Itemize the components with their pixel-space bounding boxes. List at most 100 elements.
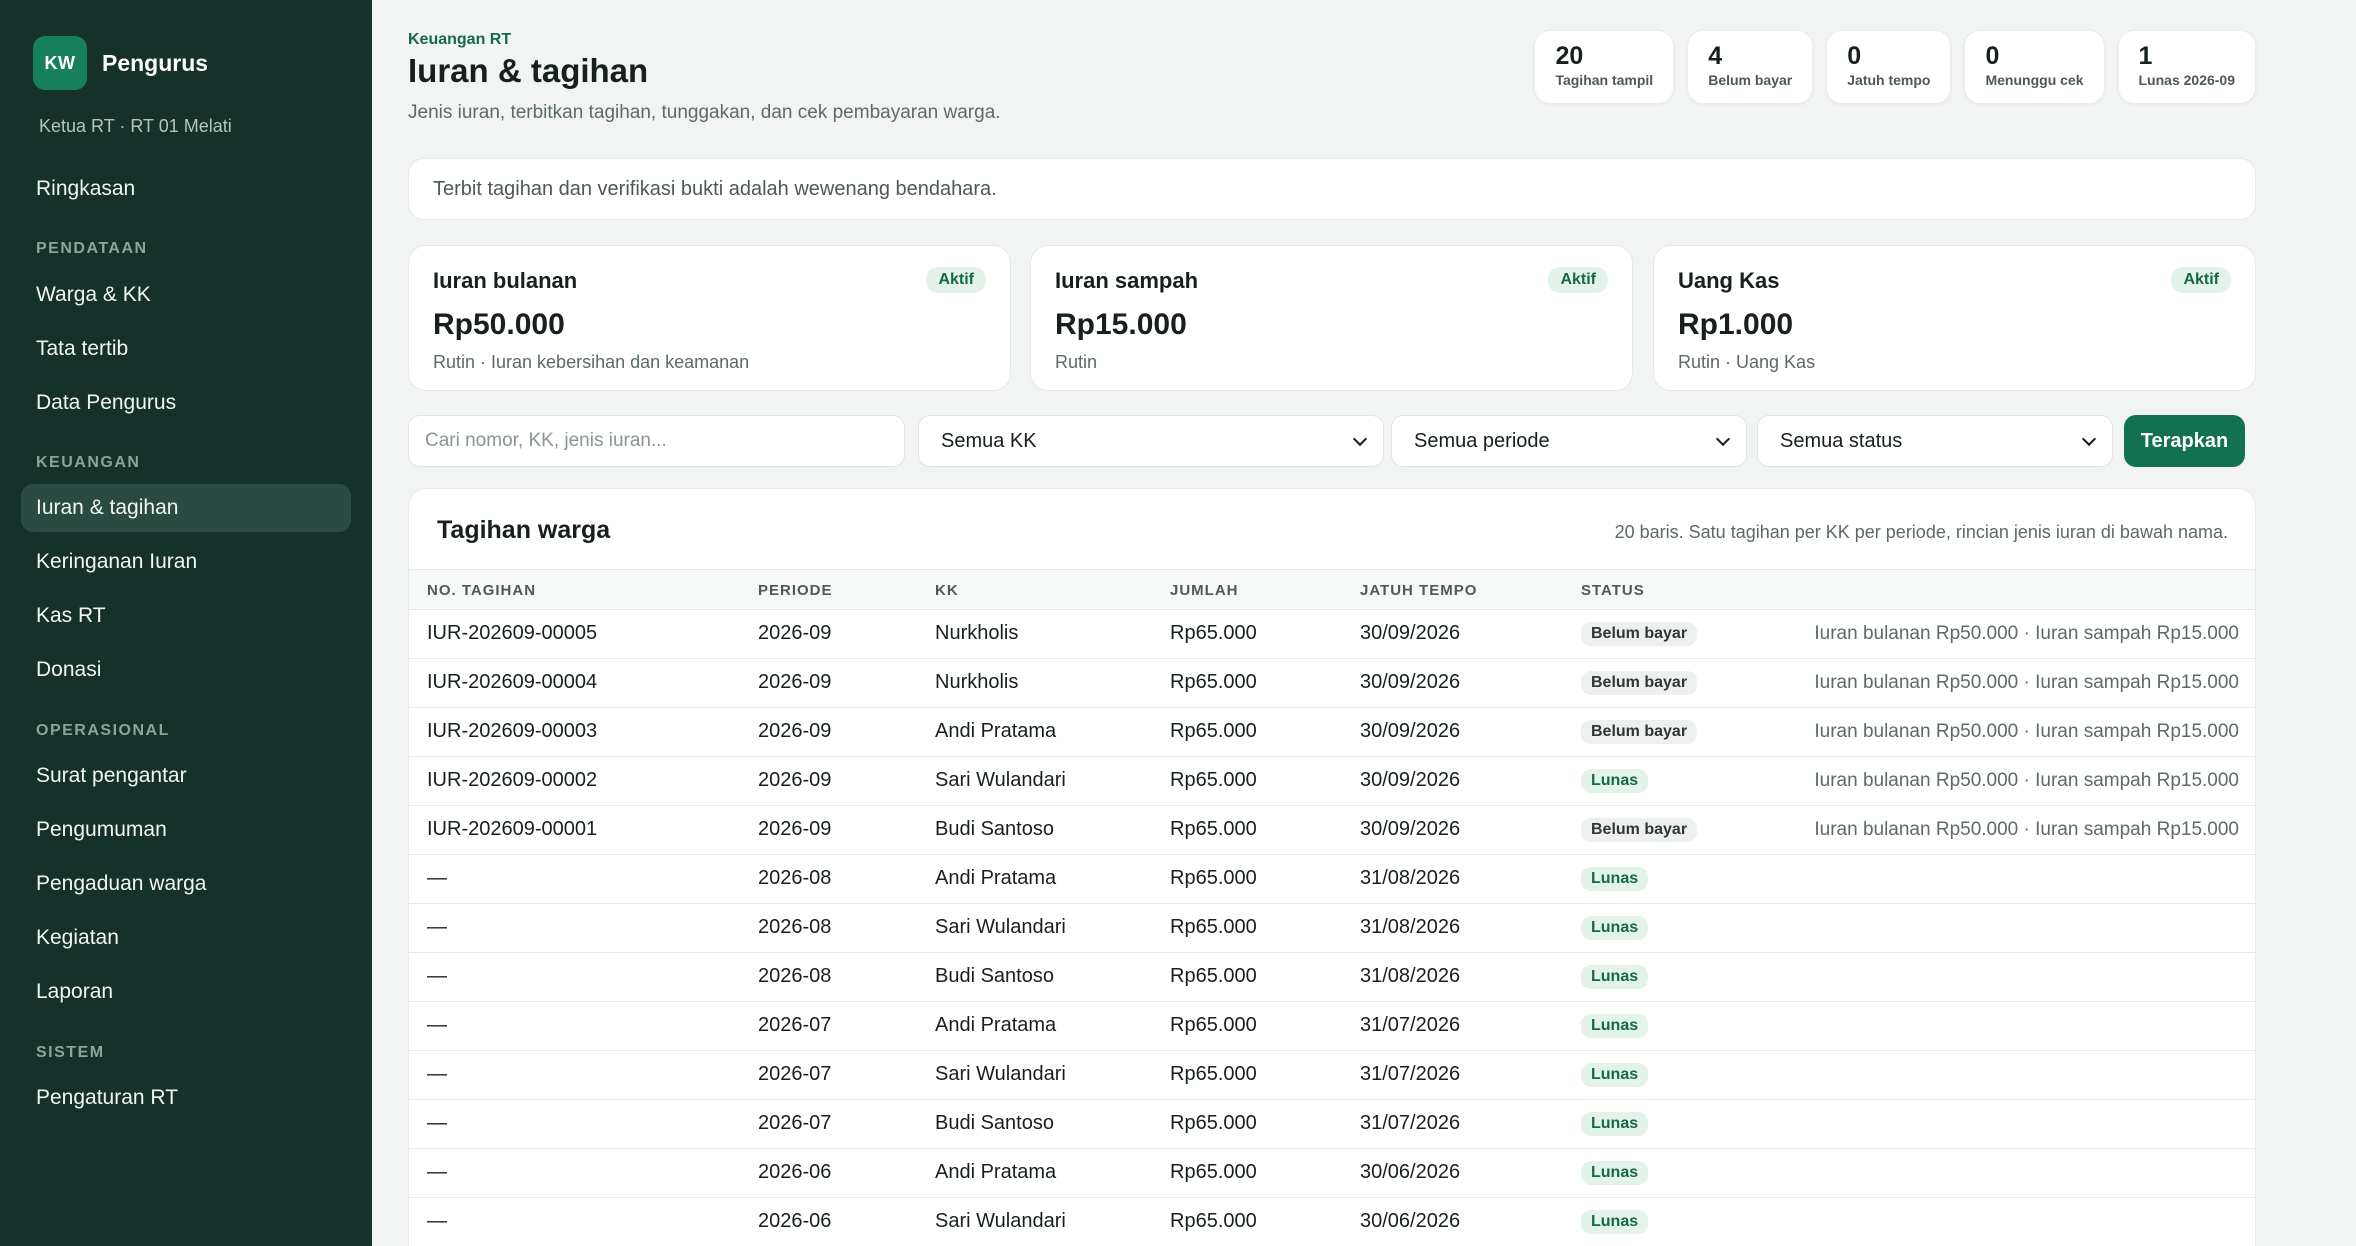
- stat-value: 4: [1708, 42, 1723, 70]
- stat-label: Jatuh tempo: [1847, 72, 1931, 88]
- table-row[interactable]: — 2026-07 Sari Wulandari Rp65.000 31/07/2026…: [409, 1051, 2255, 1100]
- stat-value: 20: [1555, 42, 1584, 70]
- cell-no-tagihan: IUR-202609-00004: [427, 671, 598, 693]
- sidebar-item-donasi[interactable]: Donasi: [21, 646, 351, 694]
- stat-belum-bayar: 4 Belum bayar: [1687, 30, 1814, 104]
- cell-jumlah: Rp65.000: [1170, 1161, 1257, 1183]
- sidebar-item-ringkasan[interactable]: Ringkasan: [21, 165, 351, 213]
- stat-value: 0: [1847, 42, 1862, 70]
- sidebar-item-surat-pengantar[interactable]: Surat pengantar: [21, 752, 351, 800]
- column-header-status[interactable]: STATUS: [1581, 582, 1645, 599]
- sidebar-item-warga-kk[interactable]: Warga & KK: [21, 271, 351, 319]
- cell-jumlah: Rp65.000: [1170, 965, 1257, 987]
- column-header-jatuh-tempo[interactable]: JATUH TEMPO: [1360, 582, 1477, 599]
- cell-no-tagihan: —: [427, 1210, 447, 1232]
- table-row[interactable]: — 2026-08 Budi Santoso Rp65.000 31/08/2026 Lu…: [409, 953, 2255, 1002]
- sidebar-item-iuran-tagihan[interactable]: Iuran & tagihan: [21, 484, 351, 532]
- fee-amount: Rp1.000: [1678, 308, 1794, 341]
- table-row[interactable]: — 2026-08 Andi Pratama Rp65.000 31/08/2026 Lu…: [409, 855, 2255, 904]
- sidebar-item-pengaturan-rt[interactable]: Pengaturan RT: [21, 1074, 351, 1122]
- cell-kk: Nurkholis: [935, 622, 1019, 644]
- table-row[interactable]: — 2026-06 Sari Wulandari Rp65.000 30/06/2026…: [409, 1198, 2255, 1246]
- column-header-no[interactable]: NO. TAGIHAN: [427, 582, 536, 599]
- table-row[interactable]: — 2026-08 Sari Wulandari Rp65.000 31/08/2026…: [409, 904, 2255, 953]
- brand: KW Pengurus: [33, 36, 208, 90]
- column-header-jumlah[interactable]: JUMLAH: [1170, 582, 1239, 599]
- cell-jumlah: Rp65.000: [1170, 818, 1257, 840]
- table-row[interactable]: IUR-202609-00001 2026-09 Budi Santoso Rp65.…: [409, 806, 2255, 855]
- sidebar-item-tata-tertib[interactable]: Tata tertib: [21, 325, 351, 373]
- sidebar-section-pendataan: PENDATAAN: [36, 240, 148, 257]
- table-row[interactable]: IUR-202609-00005 2026-09 Nurkholis Rp65.000…: [409, 610, 2255, 659]
- sidebar-item-pengumuman[interactable]: Pengumuman: [21, 806, 351, 854]
- status-badge: Aktif: [926, 267, 986, 293]
- cell-kk: Andi Pratama: [935, 720, 1057, 742]
- kk-select[interactable]: Semua KK: [918, 415, 1384, 467]
- fee-card-uang-kas[interactable]: Uang Kas Aktif Rp1.000 Rutin · Uang Kas: [1653, 245, 2256, 391]
- cell-periode: 2026-07: [758, 1063, 832, 1085]
- table-row[interactable]: IUR-202609-00003 2026-09 Andi Pratama Rp65.…: [409, 708, 2255, 757]
- brand-name: Pengurus: [102, 49, 209, 76]
- table-row[interactable]: IUR-202609-00002 2026-09 Sari Wulandari Rp6…: [409, 757, 2255, 806]
- cell-no-tagihan: —: [427, 867, 447, 889]
- cell-jumlah: Rp65.000: [1170, 1014, 1257, 1036]
- table-row[interactable]: — 2026-07 Budi Santoso Rp65.000 31/07/2026 Lu…: [409, 1100, 2255, 1149]
- stat-lunas: 1 Lunas 2026-09: [2117, 30, 2256, 104]
- cell-periode: 2026-09: [758, 769, 832, 791]
- chevron-down-icon: [2081, 431, 2097, 446]
- table-row[interactable]: — 2026-07 Andi Pratama Rp65.000 31/07/2026 Lu…: [409, 1002, 2255, 1051]
- column-header-periode[interactable]: PERIODE: [758, 582, 833, 599]
- stats-bar: 20 Tagihan tampil 4 Belum bayar 0 Jatuh …: [1534, 30, 2256, 104]
- chevron-down-icon: [1715, 431, 1731, 446]
- fee-card-iuran-sampah[interactable]: Iuran sampah Aktif Rp15.000 Rutin: [1030, 245, 1633, 391]
- sidebar-item-data-pengurus[interactable]: Data Pengurus: [21, 379, 351, 427]
- status-badge: Lunas: [1581, 965, 1649, 989]
- apply-button[interactable]: Terapkan: [2124, 415, 2245, 467]
- fee-description: Rutin · Iuran kebersihan dan keamanan: [433, 352, 750, 372]
- brand-avatar: KW: [33, 36, 87, 90]
- fee-name: Iuran bulanan: [433, 268, 578, 293]
- cell-jumlah: Rp65.000: [1170, 769, 1257, 791]
- stat-label: Menunggu cek: [1985, 72, 2084, 88]
- cell-periode: 2026-09: [758, 818, 832, 840]
- status-badge: Lunas: [1581, 1112, 1649, 1136]
- cell-periode: 2026-08: [758, 965, 832, 987]
- cell-no-tagihan: —: [427, 1161, 447, 1183]
- cell-periode: 2026-07: [758, 1112, 832, 1134]
- status-select[interactable]: Semua status: [1757, 415, 2113, 467]
- bills-table-card: Tagihan warga 20 baris. Satu tagihan per…: [408, 488, 2256, 1246]
- table-header: NO. TAGIHAN PERIODE KK JUMLAH JATUH TEMP…: [409, 569, 2255, 610]
- cell-jumlah: Rp65.000: [1170, 671, 1257, 693]
- fee-card-iuran-bulanan[interactable]: Iuran bulanan Aktif Rp50.000 Rutin · Iur…: [408, 245, 1011, 391]
- sidebar-item-kas-rt[interactable]: Kas RT: [21, 592, 351, 640]
- status-badge: Belum bayar: [1581, 818, 1698, 842]
- sidebar-item-kegiatan[interactable]: Kegiatan: [21, 914, 351, 962]
- period-select[interactable]: Semua periode: [1391, 415, 1747, 467]
- cell-no-tagihan: —: [427, 1112, 447, 1134]
- cell-periode: 2026-06: [758, 1210, 832, 1232]
- cell-kk: Budi Santoso: [935, 818, 1054, 840]
- notice-banner: Terbit tagihan dan verifikasi bukti adal…: [408, 158, 2256, 220]
- table-row[interactable]: — 2026-06 Andi Pratama Rp65.000 30/06/2026 Lu…: [409, 1149, 2255, 1198]
- cell-jumlah: Rp65.000: [1170, 916, 1257, 938]
- sidebar-item-keringanan-iuran[interactable]: Keringanan Iuran: [21, 538, 351, 586]
- status-badge: Lunas: [1581, 1014, 1649, 1038]
- table-row[interactable]: IUR-202609-00004 2026-09 Nurkholis Rp65.000…: [409, 659, 2255, 708]
- stat-tagihan-tampil: 20 Tagihan tampil: [1534, 30, 1675, 104]
- sidebar-item-laporan[interactable]: Laporan: [21, 968, 351, 1016]
- fee-amount: Rp50.000: [433, 308, 565, 341]
- table-note: 20 baris. Satu tagihan per KK per period…: [1614, 522, 2228, 542]
- status-badge: Lunas: [1581, 1161, 1649, 1185]
- cell-no-tagihan: IUR-202609-00005: [427, 622, 598, 644]
- search-input[interactable]: [408, 415, 905, 467]
- cell-kk: Sari Wulandari: [935, 1063, 1066, 1085]
- fee-name: Iuran sampah: [1055, 268, 1199, 293]
- cell-no-tagihan: —: [427, 1063, 447, 1085]
- cell-no-tagihan: IUR-202609-00003: [427, 720, 598, 742]
- status-badge: Lunas: [1581, 1063, 1649, 1087]
- column-header-kk[interactable]: KK: [935, 582, 959, 599]
- cell-rincian-iuran: Iuran bulanan Rp50.000 · Iuran sampah Rp…: [1814, 819, 2239, 840]
- sidebar-item-pengaduan-warga[interactable]: Pengaduan warga: [21, 860, 351, 908]
- cell-kk: Sari Wulandari: [935, 769, 1066, 791]
- page-eyebrow: Keuangan RT: [408, 31, 512, 48]
